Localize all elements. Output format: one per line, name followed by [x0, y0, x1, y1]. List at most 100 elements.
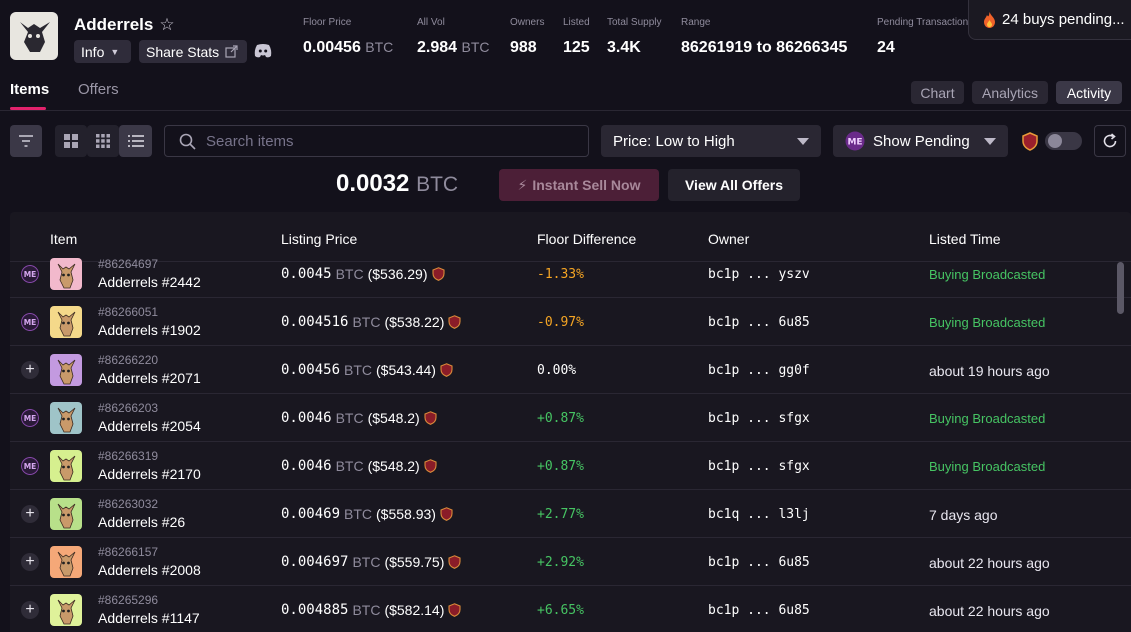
listing-price: 0.0046 BTC ($548.2)	[281, 410, 437, 426]
column-header-listed-time[interactable]: Listed Time	[929, 231, 1001, 247]
floor-difference: +0.87%	[537, 459, 584, 474]
tab-offers[interactable]: Offers	[78, 81, 119, 98]
floor-difference: 0.00%	[537, 363, 577, 378]
table-row[interactable]: + #86265296 Adderrels #1147 0.004885 BTC ($58…	[10, 586, 1131, 632]
price-value: 0.00469	[281, 506, 341, 522]
list-icon	[127, 135, 144, 147]
column-header-item[interactable]: Item	[50, 231, 77, 247]
search-bar[interactable]	[164, 125, 589, 157]
magic-eden-icon: ME	[21, 409, 39, 427]
pending-buys-banner[interactable]: 24 buys pending...	[968, 0, 1131, 40]
price-unit: BTC	[335, 266, 364, 282]
stat-label: Listed	[563, 17, 590, 28]
table-row[interactable]: ME #86266319 Adderrels #2170 0.0046 BTC ($548…	[10, 442, 1131, 490]
item-name[interactable]: Adderrels #2054	[98, 418, 201, 434]
shield-icon	[440, 507, 453, 521]
add-to-cart-icon[interactable]: +	[21, 505, 39, 523]
table-row[interactable]: ME #86264697 Adderrels #2442 0.0045 BTC ($536…	[10, 250, 1131, 298]
grid-large-button[interactable]	[55, 125, 87, 157]
owner-address[interactable]: bc1p ... sfgx	[708, 459, 810, 474]
item-name[interactable]: Adderrels #2071	[98, 370, 201, 386]
add-to-cart-icon[interactable]: +	[21, 601, 39, 619]
share-stats-button[interactable]: Share Stats	[139, 40, 247, 63]
owner-address[interactable]: bc1p ... sfgx	[708, 411, 810, 426]
item-name[interactable]: Adderrels #26	[98, 514, 185, 530]
best-offer-unit: BTC	[416, 173, 459, 196]
tab-activity[interactable]: Activity	[1056, 81, 1122, 104]
item-name[interactable]: Adderrels #2170	[98, 466, 201, 482]
item-name[interactable]: Adderrels #1902	[98, 322, 201, 338]
item-thumbnail[interactable]	[50, 450, 82, 482]
filter-button[interactable]	[10, 125, 42, 157]
inscription-number: #86264697	[98, 257, 159, 271]
owner-address[interactable]: bc1p ... 6u85	[708, 555, 810, 570]
column-header-listing-price[interactable]: Listing Price	[281, 231, 357, 247]
verified-toggle[interactable]	[1045, 132, 1082, 150]
best-offer-price: 0.0032 BTC	[336, 170, 458, 198]
pending-buys-text: 24 buys pending...	[1002, 11, 1125, 28]
collection-name: Adderrels ☆	[74, 15, 175, 35]
table-row[interactable]: ME #86266203 Adderrels #2054 0.0046 BTC ($548…	[10, 394, 1131, 442]
search-input[interactable]	[206, 132, 566, 150]
inscription-number: #86266051	[98, 305, 159, 319]
item-name[interactable]: Adderrels #2442	[98, 274, 201, 290]
grid-small-button[interactable]	[87, 125, 119, 157]
inscription-number: #86266319	[98, 449, 159, 463]
list-view-button[interactable]	[119, 125, 152, 157]
tab-analytics[interactable]: Analytics	[972, 81, 1048, 104]
owner-address[interactable]: bc1p ... yszv	[708, 267, 810, 282]
tab-chart[interactable]: Chart	[911, 81, 964, 104]
column-header-owner[interactable]: Owner	[708, 231, 749, 247]
caret-down-icon	[984, 138, 996, 145]
share-icon	[225, 45, 238, 58]
listing-price: 0.0045 BTC ($536.29)	[281, 266, 445, 282]
add-to-cart-icon[interactable]: +	[21, 361, 39, 379]
table-row[interactable]: + #86266220 Adderrels #2071 0.00456 BTC ($543…	[10, 346, 1131, 394]
view-all-offers-button[interactable]: View All Offers	[668, 169, 800, 201]
item-thumbnail[interactable]	[50, 594, 82, 626]
svg-text:ME: ME	[847, 138, 862, 148]
item-thumbnail[interactable]	[50, 354, 82, 386]
star-icon[interactable]: ☆	[159, 15, 174, 35]
info-dropdown[interactable]: Info ▼	[74, 40, 131, 63]
stat-value: 988	[510, 39, 537, 56]
price-usd: ($536.29)	[367, 266, 428, 282]
inscription-number: #86266157	[98, 545, 159, 559]
sort-value: Price: Low to High	[613, 132, 735, 150]
owner-address[interactable]: bc1p ... gg0f	[708, 363, 810, 378]
owner-address[interactable]: bc1q ... l3lj	[708, 507, 810, 522]
listing-price: 0.004697 BTC ($559.75)	[281, 554, 461, 570]
instant-sell-button[interactable]: ⚡ Instant Sell Now	[499, 169, 659, 201]
item-thumbnail[interactable]	[50, 306, 82, 338]
scrollbar[interactable]	[1117, 262, 1124, 314]
item-name[interactable]: Adderrels #2008	[98, 562, 201, 578]
item-thumbnail[interactable]	[50, 498, 82, 530]
sort-select[interactable]: Price: Low to High	[601, 125, 821, 157]
table-row[interactable]: ME #86266051 Adderrels #1902 0.004516 BTC ($5…	[10, 298, 1131, 346]
table-row[interactable]: + #86263032 Adderrels #26 0.00469 BTC ($558.9…	[10, 490, 1131, 538]
listing-price: 0.00469 BTC ($558.93)	[281, 506, 453, 522]
active-tab-indicator	[10, 107, 46, 110]
item-thumbnail[interactable]	[50, 258, 82, 290]
filter-icon	[19, 135, 33, 147]
column-header-floor-difference[interactable]: Floor Difference	[537, 231, 636, 247]
item-name[interactable]: Adderrels #1147	[98, 610, 200, 626]
stat-label: Total Supply	[607, 17, 662, 28]
item-thumbnail[interactable]	[50, 402, 82, 434]
refresh-button[interactable]	[1094, 125, 1126, 157]
table-row[interactable]: + #86266157 Adderrels #2008 0.004697 BTC ($55…	[10, 538, 1131, 586]
shield-icon	[424, 411, 437, 425]
stat-total-supply: Total Supply 3.4K	[607, 17, 661, 57]
pending-value: Show Pending	[873, 132, 970, 150]
item-thumbnail[interactable]	[50, 546, 82, 578]
floor-difference: +2.77%	[537, 507, 584, 522]
owner-address[interactable]: bc1p ... 6u85	[708, 603, 810, 618]
add-to-cart-icon[interactable]: +	[21, 553, 39, 571]
discord-icon[interactable]	[254, 43, 272, 58]
owner-address[interactable]: bc1p ... 6u85	[708, 315, 810, 330]
stat-value: 0.00456	[303, 39, 361, 56]
pending-select[interactable]: ME Show Pending	[833, 125, 1008, 157]
inscription-number: #86265296	[98, 593, 159, 607]
price-usd: ($559.75)	[384, 554, 445, 570]
tab-items[interactable]: Items	[10, 81, 49, 98]
